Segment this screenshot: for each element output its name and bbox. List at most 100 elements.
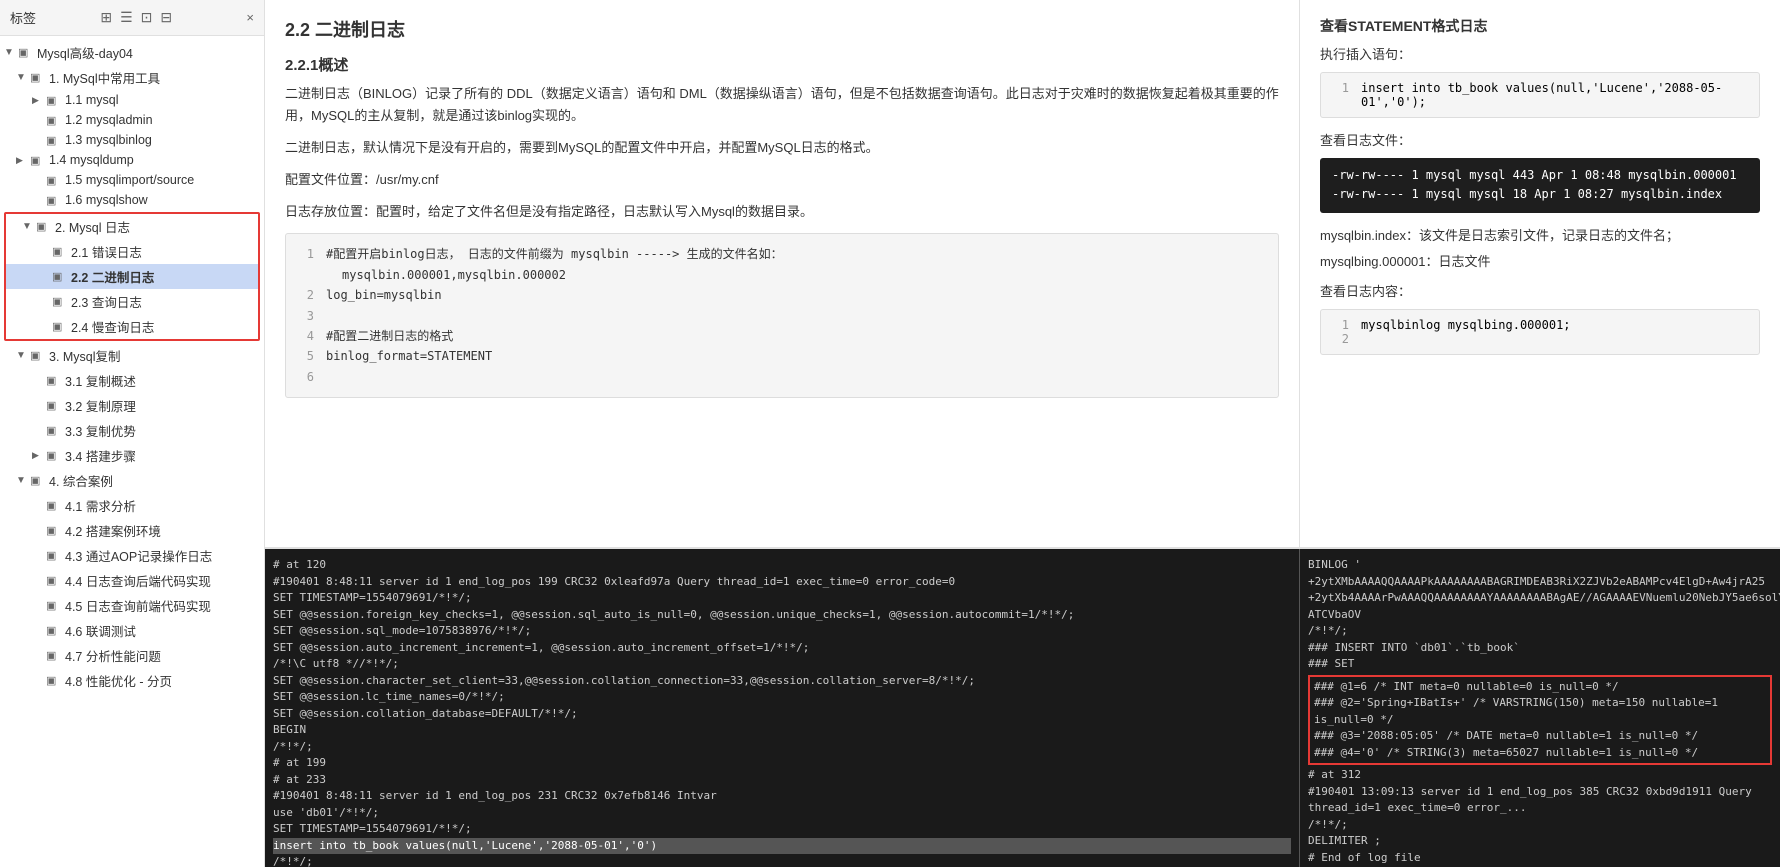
sidebar-item-4.4[interactable]: ▣ 4.4 日志查询后端代码实现 <box>0 568 264 593</box>
bt-line: ### @1=6 /* INT meta=0 nullable=0 is_nul… <box>1314 679 1766 696</box>
sidebar-item-1.6[interactable]: ▣ 1.6 mysqlshow <box>0 190 264 210</box>
doc-icon: ▣ <box>46 94 62 107</box>
doc-icon: ▣ <box>46 624 62 637</box>
sidebar-item-3.3[interactable]: ▣ 3.3 复制优势 <box>0 418 264 443</box>
sidebar-item-label: 2.2 二进制日志 <box>71 267 252 286</box>
bt-line: ### @4='0' /* STRING(3) meta=65027 nulla… <box>1314 745 1766 762</box>
sidebar-item-4.1[interactable]: ▣ 4.1 需求分析 <box>0 493 264 518</box>
sidebar-item-4.7[interactable]: ▣ 4.7 分析性能问题 <box>0 643 264 668</box>
bt-line: +2ytXMbAAAAQQAAAAPkAAAAAAAABAGRIMDEAB3Ri… <box>1308 574 1772 591</box>
sidebar-item-2.2[interactable]: ▣ 2.2 二进制日志 <box>6 264 258 289</box>
sidebar-item-3.1[interactable]: ▣ 3.1 复制概述 <box>0 368 264 393</box>
code-line-1b: mysqlbin.000001,mysqlbin.000002 <box>298 265 1266 285</box>
sidebar-item-4[interactable]: ▼ ▣ 4. 综合案例 <box>0 468 264 493</box>
arrow-icon: ▼ <box>22 221 36 232</box>
bt-line: ### @3='2088:05:05' /* DATE meta=0 nulla… <box>1314 728 1766 745</box>
sidebar-item-label: 4.4 日志查询后端代码实现 <box>65 571 258 590</box>
sidebar-item-label: 1.5 mysqlimport/source <box>65 173 258 187</box>
icon-collapse[interactable]: ⊟ <box>160 9 172 26</box>
bt-line: # at 199 <box>273 755 1291 772</box>
bt-line: ### INSERT INTO `db01`.`tb_book` <box>1308 640 1772 657</box>
bt-line: BEGIN <box>273 722 1291 739</box>
sidebar-item-label: 3. Mysql复制 <box>49 346 258 365</box>
sidebar-item-mysql-day04[interactable]: ▼ ▣ Mysql高级-day04 <box>0 40 264 65</box>
sidebar-item-label: 2.1 错误日志 <box>71 242 252 261</box>
sidebar-item-2-log[interactable]: ▼ ▣ 2. Mysql 日志 <box>6 214 258 239</box>
arrow-icon: ▼ <box>16 350 30 361</box>
icon-bookmark[interactable]: ⊡ <box>141 9 153 26</box>
sidebar-item-4.8[interactable]: ▣ 4.8 性能优化 - 分页 <box>0 668 264 693</box>
icon-grid[interactable]: ⊞ <box>100 9 112 26</box>
doc-icon: ▣ <box>18 46 34 59</box>
sidebar-item-3[interactable]: ▼ ▣ 3. Mysql复制 <box>0 343 264 368</box>
bt-line: insert into tb_book values(null,'Lucene'… <box>273 838 1291 855</box>
sidebar-item-4.5[interactable]: ▣ 4.5 日志查询前端代码实现 <box>0 593 264 618</box>
sidebar-item-label: 4.3 通过AOP记录操作日志 <box>65 546 258 565</box>
bt-line: BINLOG ' <box>1308 557 1772 574</box>
term-line-1: -rw-rw---- 1 mysql mysql 443 Apr 1 08:48… <box>1332 166 1748 185</box>
bt-line: # at 233 <box>273 772 1291 789</box>
icon-list[interactable]: ☰ <box>120 9 133 26</box>
bt-line: SET @@session.character_set_client=33,@@… <box>273 673 1291 690</box>
sidebar-item-4.2[interactable]: ▣ 4.2 搭建案例环境 <box>0 518 264 543</box>
sidebar-item-label: 1.2 mysqladmin <box>65 113 258 127</box>
insert-code-line: 1 insert into tb_book values(null,'Lucen… <box>1333 81 1747 109</box>
sidebar-item-1.3[interactable]: ▣ 1.3 mysqlbinlog <box>0 130 264 150</box>
insert-code-text: insert into tb_book values(null,'Lucene'… <box>1361 81 1747 109</box>
bt-line: ### @2='Spring+IBatIs+' /* VARSTRING(150… <box>1314 695 1766 728</box>
bt-line: SET @@session.foreign_key_checks=1, @@se… <box>273 607 1291 624</box>
doc-icon: ▣ <box>52 270 68 283</box>
sidebar-item-label: 2. Mysql 日志 <box>55 217 252 236</box>
sidebar-icons: ⊞ ☰ ⊡ ⊟ <box>100 9 172 26</box>
doc-icon: ▣ <box>52 320 68 333</box>
doc-icon: ▣ <box>52 245 68 258</box>
bt-line: # at 120 <box>273 557 1291 574</box>
view-statement-title: 查看STATEMENT格式日志 <box>1320 16 1760 36</box>
sidebar-item-label: 3.3 复制优势 <box>65 421 258 440</box>
view-file-label: 查看日志文件： <box>1320 130 1760 152</box>
sidebar: 标签 ⊞ ☰ ⊡ ⊟ × ▼ ▣ Mysql高级-day04 ▼ ▣ 1. My… <box>0 0 265 867</box>
doc-icon: ▣ <box>46 674 62 687</box>
doc-icon: ▣ <box>46 524 62 537</box>
doc-icon: ▣ <box>46 449 62 462</box>
sidebar-section-2: ▼ ▣ 2. Mysql 日志 ▣ 2.1 错误日志 ▣ 2.2 二进制日志 ▣… <box>4 212 260 341</box>
bt-line: #190401 8:48:11 server id 1 end_log_pos … <box>273 574 1291 591</box>
sidebar-item-1.4[interactable]: ▶ ▣ 1.4 mysqldump <box>0 150 264 170</box>
sidebar-item-1-tools[interactable]: ▼ ▣ 1. MySql中常用工具 <box>0 65 264 90</box>
sidebar-item-label: 1.4 mysqldump <box>49 153 258 167</box>
sidebar-item-4.6[interactable]: ▣ 4.6 联调测试 <box>0 618 264 643</box>
sidebar-item-label: 3.1 复制概述 <box>65 371 258 390</box>
bt-line: /*!\C utf8 *//*!*/; <box>273 656 1291 673</box>
sidebar-item-1.1[interactable]: ▶ ▣ 1.1 mysql <box>0 90 264 110</box>
sidebar-item-1.5[interactable]: ▣ 1.5 mysqlimport/source <box>0 170 264 190</box>
sidebar-item-label: 1. MySql中常用工具 <box>49 68 258 87</box>
sidebar-item-2.1[interactable]: ▣ 2.1 错误日志 <box>6 239 258 264</box>
sidebar-item-label: Mysql高级-day04 <box>37 43 258 62</box>
file-list-terminal: -rw-rw---- 1 mysql mysql 443 Apr 1 08:48… <box>1320 158 1760 212</box>
sidebar-item-4.3[interactable]: ▣ 4.3 通过AOP记录操作日志 <box>0 543 264 568</box>
sidebar-item-label: 4. 综合案例 <box>49 471 258 490</box>
bt-line: /*!*/; <box>1308 817 1772 834</box>
content-area: 2.2 二进制日志 2.2.1概述 二进制日志（BINLOG）记录了所有的 DD… <box>265 0 1780 547</box>
close-icon[interactable]: × <box>246 10 254 25</box>
binlog-set-box: ### @1=6 /* INT meta=0 nullable=0 is_nul… <box>1308 675 1772 766</box>
doc-icon: ▣ <box>46 574 62 587</box>
sidebar-item-1.2[interactable]: ▣ 1.2 mysqladmin <box>0 110 264 130</box>
sidebar-item-3.2[interactable]: ▣ 3.2 复制原理 <box>0 393 264 418</box>
doc-icon: ▣ <box>46 599 62 612</box>
sidebar-item-2.3[interactable]: ▣ 2.3 查询日志 <box>6 289 258 314</box>
arrow-icon: ▼ <box>16 72 30 83</box>
bt-line: +2ytXb4AAAArPwAAAQQAAAAAAAAYAAAAAAAABAgA… <box>1308 590 1772 607</box>
bt-line: ### SET <box>1308 656 1772 673</box>
code-line-4: 4 #配置二进制日志的格式 <box>298 326 1266 346</box>
bottom-right-terminal: BINLOG ' +2ytXMbAAAAQQAAAAPkAAAAAAAABAGR… <box>1300 549 1780 867</box>
content-code-line-1: 1 mysqlbinlog mysqlbing.000001; <box>1333 318 1747 332</box>
doc-icon: ▣ <box>46 134 62 147</box>
code-line-3: 3 <box>298 306 1266 326</box>
sidebar-item-3.4[interactable]: ▶ ▣ 3.4 搭建步骤 <box>0 443 264 468</box>
bt-line: SET @@session.auto_increment_increment=1… <box>273 640 1291 657</box>
subsection-title: 2.2.1概述 <box>285 54 1279 75</box>
bt-line: /*!*/; <box>273 854 1291 867</box>
doc-icon: ▣ <box>46 194 62 207</box>
sidebar-item-2.4[interactable]: ▣ 2.4 慢查询日志 <box>6 314 258 339</box>
